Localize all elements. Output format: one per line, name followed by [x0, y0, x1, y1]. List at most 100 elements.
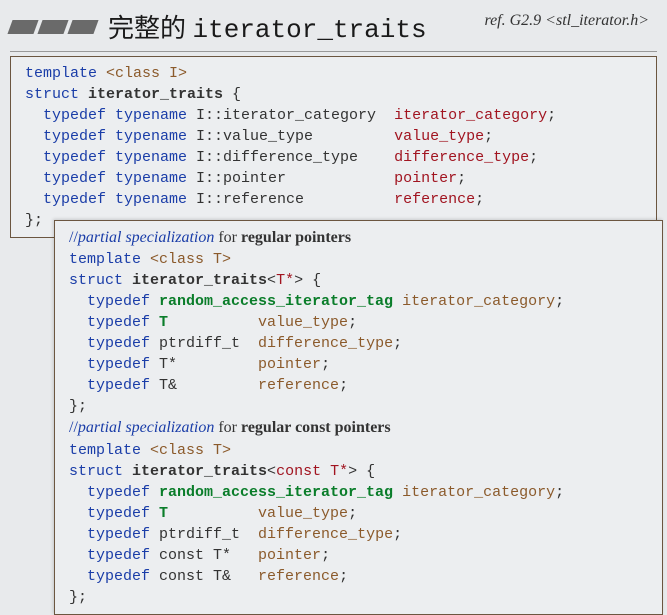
comment-bold: regular pointers	[241, 229, 351, 246]
kw-typedef: typedef	[69, 293, 159, 310]
alias: iterator_category	[394, 107, 547, 124]
angle-close: >	[348, 463, 357, 480]
alias: value_type	[394, 128, 484, 145]
ref-label: ref. G2.9	[484, 12, 545, 29]
title-prefix: 完整的	[108, 14, 193, 43]
alias: difference_type	[258, 335, 393, 352]
ref-note: ref. G2.9 <stl_iterator.h>	[484, 12, 649, 30]
kw-typedef: typedef typename	[25, 107, 196, 124]
alias: reference	[258, 377, 339, 394]
alias: pointer	[258, 356, 321, 373]
kw-struct: struct	[25, 86, 88, 103]
pad	[240, 526, 258, 543]
src-type: I::value_type	[196, 128, 313, 145]
src-type: I::iterator_category	[196, 107, 376, 124]
comment-line: //partial specialization for regular con…	[69, 419, 391, 436]
alias: pointer	[394, 170, 457, 187]
comment-line: //partial specialization for regular poi…	[69, 229, 351, 246]
kw-template: template	[69, 442, 150, 459]
end-brace: };	[69, 589, 87, 606]
kw-typedef: typedef	[69, 505, 159, 522]
ref-file: <stl_iterator.h>	[545, 12, 649, 29]
angle-close: >	[294, 272, 303, 289]
semi: ;	[393, 526, 402, 543]
src-type: T&	[159, 377, 177, 394]
kw-typedef: typedef typename	[25, 191, 196, 208]
pad	[358, 149, 394, 166]
tparam: <class T>	[150, 251, 231, 268]
pad	[376, 107, 394, 124]
tag-type: random_access_iterator_tag	[159, 293, 393, 310]
kw-typedef: typedef typename	[25, 128, 196, 145]
kw-typedef: typedef	[69, 377, 159, 394]
struct-name: iterator_traits	[132, 272, 267, 289]
semi: ;	[555, 484, 564, 501]
pad	[177, 377, 258, 394]
alias: difference_type	[394, 149, 529, 166]
kw-struct: struct	[69, 463, 132, 480]
decor-bar	[7, 20, 38, 34]
src-type: ptrdiff_t	[159, 335, 240, 352]
kw-typedef: typedef	[69, 484, 159, 501]
kw-typedef: typedef	[69, 568, 159, 585]
alias: iterator_category	[402, 293, 555, 310]
kw-template: template	[69, 251, 150, 268]
semi: ;	[321, 547, 330, 564]
alias: reference	[394, 191, 475, 208]
kw-typedef: typedef typename	[25, 170, 196, 187]
pad	[313, 128, 394, 145]
comment-bold: regular const pointers	[241, 419, 391, 436]
brace: {	[357, 463, 375, 480]
decor-bars	[10, 20, 96, 34]
spec-arg: const T*	[276, 463, 348, 480]
divider	[10, 51, 657, 52]
kw-typedef: typedef typename	[25, 149, 196, 166]
brace: {	[303, 272, 321, 289]
semi: ;	[555, 293, 564, 310]
tparam: <class T>	[150, 442, 231, 459]
semi: ;	[348, 314, 357, 331]
struct-name: iterator_traits	[88, 86, 223, 103]
comment-for: for	[214, 419, 241, 436]
pad	[231, 568, 258, 585]
alias: reference	[258, 568, 339, 585]
kw-typedef: typedef	[69, 314, 159, 331]
pad	[286, 170, 394, 187]
tag-type: T	[159, 505, 168, 522]
slide-header: 完整的 iterator_traits ref. G2.9 <stl_itera…	[0, 0, 667, 51]
semi: ;	[339, 568, 348, 585]
kw-typedef: typedef	[69, 526, 159, 543]
end-brace: };	[69, 398, 87, 415]
comment-italic: partial specialization	[78, 419, 214, 436]
page-title: 完整的 iterator_traits	[108, 8, 427, 45]
semi: ;	[484, 128, 493, 145]
comment-italic: partial specialization	[78, 229, 214, 246]
semi: ;	[348, 505, 357, 522]
tag-type: T	[159, 314, 168, 331]
decor-bar	[67, 20, 98, 34]
kw-typedef: typedef	[69, 335, 159, 352]
pad	[393, 484, 402, 501]
src-type: I::pointer	[196, 170, 286, 187]
pad	[240, 335, 258, 352]
src-type: const T*	[159, 547, 231, 564]
kw-struct: struct	[69, 272, 132, 289]
struct-name: iterator_traits	[132, 463, 267, 480]
angle-open: <	[267, 463, 276, 480]
alias: iterator_category	[402, 484, 555, 501]
pad	[177, 356, 258, 373]
angle-open: <	[267, 272, 276, 289]
alias: pointer	[258, 547, 321, 564]
semi: ;	[393, 335, 402, 352]
pad	[393, 293, 402, 310]
src-type: const T&	[159, 568, 231, 585]
src-type: I::difference_type	[196, 149, 358, 166]
pad	[231, 547, 258, 564]
kw-template: template	[25, 65, 106, 82]
tparam: <class I>	[106, 65, 187, 82]
pad	[168, 505, 258, 522]
brace: {	[223, 86, 241, 103]
alias: value_type	[258, 314, 348, 331]
semi: ;	[457, 170, 466, 187]
pad	[168, 314, 258, 331]
